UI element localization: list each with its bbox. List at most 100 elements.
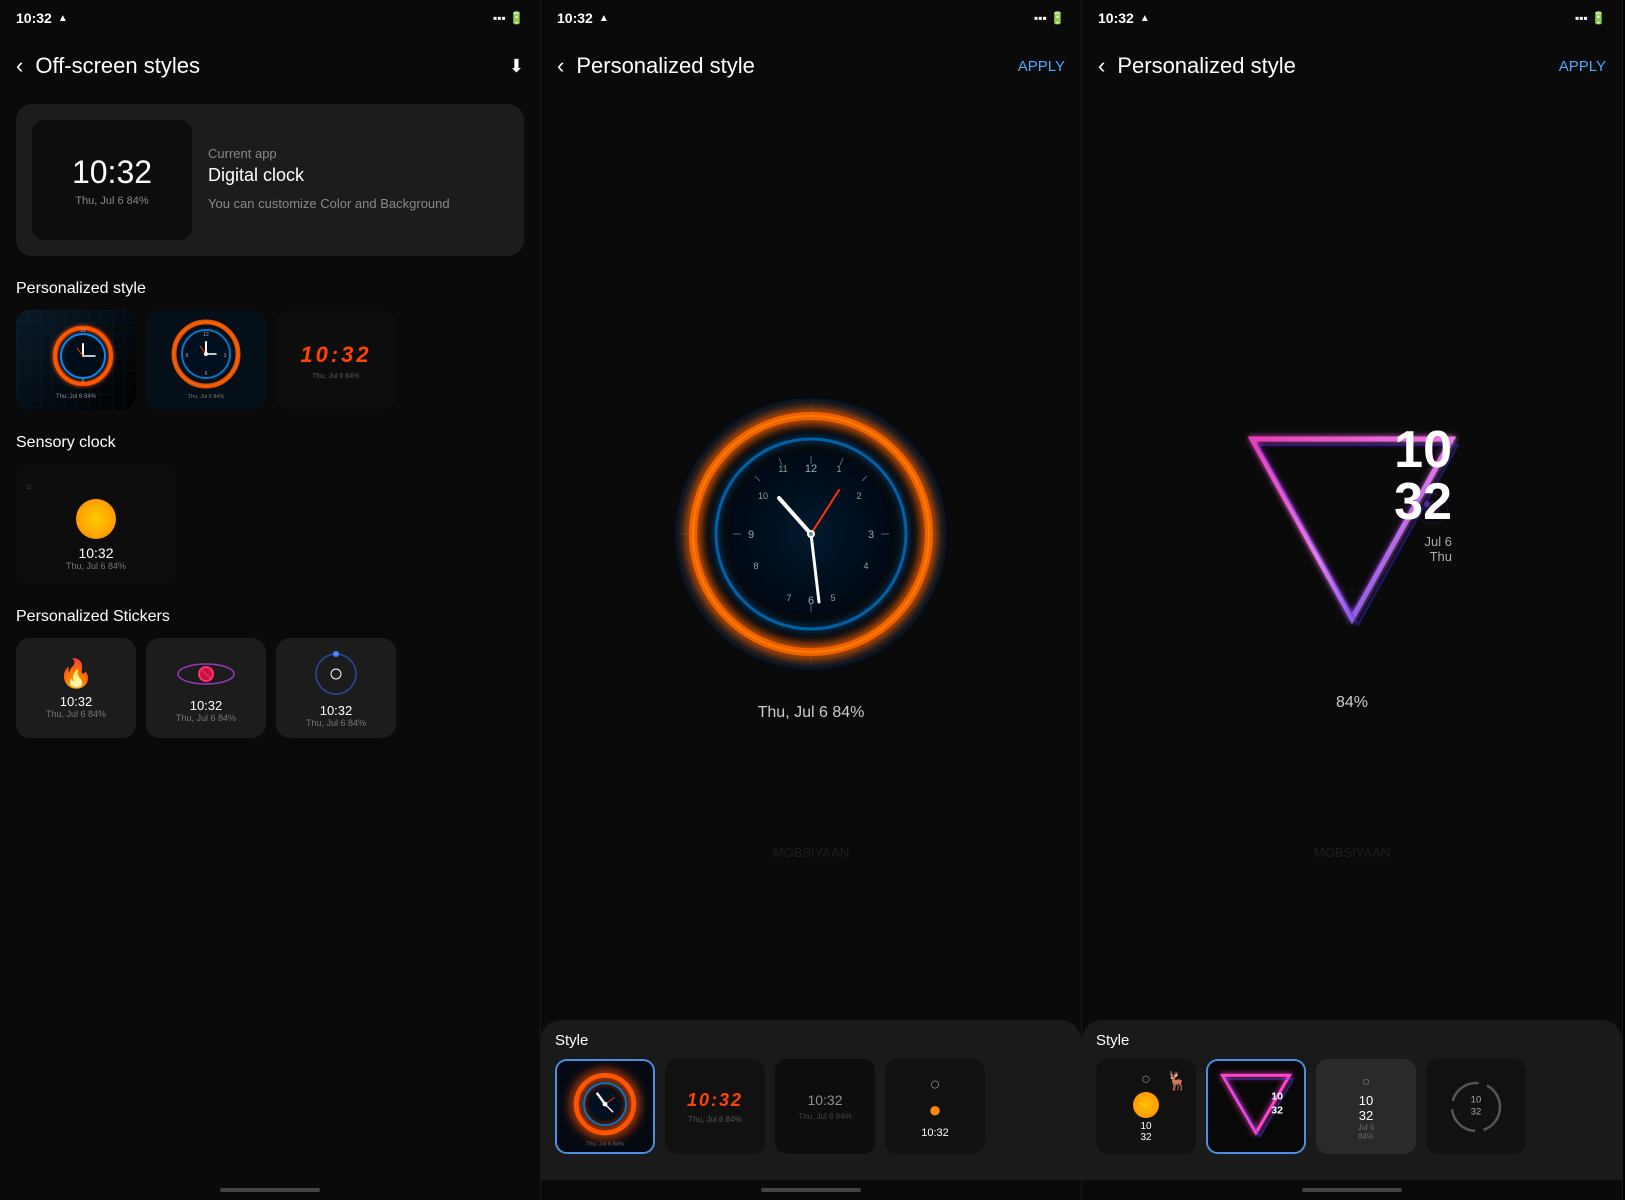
section-sensory: Sensory clock [16,434,524,452]
svg-text:10: 10 [1471,1093,1481,1104]
svg-text:6: 6 [808,595,814,607]
section-stickers: Personalized Stickers [16,608,524,626]
svg-text:Thu, Jul 6 84%: Thu, Jul 6 84% [586,1141,624,1147]
animal-icon: 🦌 [1166,1071,1188,1092]
shelf-item-2-2[interactable]: 10:32 Thu, Jul 6 84% [665,1059,765,1154]
apply-button-2[interactable]: APPLY [1018,58,1065,75]
current-app-label: Current app [208,146,450,161]
bottom-bar-2 [541,1180,1081,1200]
personalized-style-grid: 12 6 Thu, Jul 6 84% [16,310,524,410]
shelf-items-3: ○ 🦌 10 32 10 32 ○ [1096,1059,1608,1154]
battery-icon-1: ▪▪▪ 🔋 [493,11,524,25]
dot-ring-svg [306,649,366,699]
preview-time: 10:32 [72,154,152,191]
style-thumb-1[interactable]: 12 6 Thu, Jul 6 84% [16,310,136,410]
alert-icon-3: ▲ [1140,13,1150,24]
page-title-2: Personalized style [576,53,1005,79]
triangle-hour: 10 [1394,424,1452,476]
bottom-bar-1 [0,1180,540,1200]
style-thumb-2[interactable]: 12 6 3 9 Thu, Jul 6 84% [146,310,266,410]
sticker-thumb-1[interactable]: 🔥 10:32 Thu, Jul 6 84% [16,638,136,738]
svg-text:32: 32 [1271,1105,1283,1117]
svg-text:Thu, Jul 6 84%: Thu, Jul 6 84% [56,394,97,400]
planet-svg [176,654,236,694]
neon-clock: 12 3 6 9 2 10 1 11 4 8 5 7 [671,394,951,674]
watermark-2: MOBSIYAAN [773,845,849,860]
panel-offscreen-styles: 10:32 ▲ ▪▪▪ 🔋 ‹ Off-screen styles ⬇ 10:3… [0,0,541,1200]
svg-text:6: 6 [205,371,208,377]
status-bar-3: 10:32 ▲ ▪▪▪ 🔋 [1082,0,1622,36]
sticker-thumb-3[interactable]: 10:32 Thu, Jul 6 84% [276,638,396,738]
shelf-items-2: Thu, Jul 6 84% 10:32 Thu, Jul 6 84% 10:3… [555,1059,1067,1154]
back-button-1[interactable]: ‹ [16,53,23,79]
svg-text:9: 9 [186,353,189,359]
status-bar-1: 10:32 ▲ ▪▪▪ 🔋 [0,0,540,36]
svg-text:Thu, Jul 6 84%: Thu, Jul 6 84% [188,394,225,400]
preview-info-3: 84% [1336,694,1368,712]
svg-text:10:32: 10:32 [300,342,371,367]
svg-text:11: 11 [778,464,787,474]
page-title-1: Off-screen styles [35,53,497,79]
shelf-item-3-2[interactable]: 10 32 [1206,1059,1306,1154]
shelf-label-3: Style [1096,1032,1608,1049]
current-app-card[interactable]: 10:32 Thu, Jul 6 84% Current app Digital… [16,104,524,256]
svg-text:5: 5 [830,593,835,603]
thumb3-svg: 10:32 Thu, Jul 6 84% [276,310,396,410]
svg-text:12: 12 [805,463,817,475]
shelf-item-2-1[interactable]: Thu, Jul 6 84% [555,1059,655,1154]
triangle-clock: 10 32 Jul 6 Thu [1212,404,1492,664]
svg-text:7: 7 [786,593,791,603]
flame-icon: 🔥 [59,657,94,690]
sun-ball [76,499,116,539]
style-shelf-3: Style ○ 🦌 10 32 10 32 [1082,1020,1622,1180]
header-3: ‹ Personalized style APPLY [1082,36,1622,96]
alert-icon-2: ▲ [599,13,609,24]
header-2: ‹ Personalized style APPLY [541,36,1081,96]
shelf-item-2-4[interactable]: ○ ● 10:32 [885,1059,985,1154]
alert-icon-1: ▲ [58,13,68,24]
current-app-desc: You can customize Color and Background [208,194,450,214]
shelf-item-3-3[interactable]: ○ 10 32 Jul 6 84% [1316,1059,1416,1154]
back-button-2[interactable]: ‹ [557,53,564,79]
svg-text:10: 10 [1271,1090,1283,1102]
svg-text:32: 32 [1471,1105,1481,1116]
shelf-item-3-1[interactable]: ○ 🦌 10 32 [1096,1059,1196,1154]
svg-text:2: 2 [856,491,861,501]
shelf-sun-icon [1133,1092,1159,1118]
preview-date: Thu, Jul 6 84% [75,195,148,207]
bottom-bar-3 [1082,1180,1622,1200]
svg-text:3: 3 [224,353,227,359]
svg-text:4: 4 [863,561,868,571]
page-title-3: Personalized style [1117,53,1546,79]
panel-personalized-2: 10:32 ▲ ▪▪▪ 🔋 ‹ Personalized style APPLY [1082,0,1623,1200]
bottom-pill-3 [1302,1188,1402,1192]
shelf-item-2-3[interactable]: 10:32 Thu, Jul 6 84% [775,1059,875,1154]
triangle-time-overlay: 10 32 Jul 6 Thu [1394,424,1452,564]
preview-main-2: 12 3 6 9 2 10 1 11 4 8 5 7 [541,96,1081,1020]
preview-main-3: 10 32 Jul 6 Thu 84% MOBSIYAAN [1082,96,1622,1020]
clock-preview: 10:32 Thu, Jul 6 84% [32,120,192,240]
sensory-thumb[interactable]: ○ 10:32 Thu, Jul 6 84% [16,464,176,584]
header-1: ‹ Off-screen styles ⬇ [0,36,540,96]
status-icons-1: ▪▪▪ 🔋 [493,11,524,25]
status-bar-2: 10:32 ▲ ▪▪▪ 🔋 [541,0,1081,36]
triangle-day: Thu [1394,549,1452,564]
shelf-item-3-4[interactable]: 10 32 [1426,1059,1526,1154]
bottom-pill-2 [761,1188,861,1192]
back-button-3[interactable]: ‹ [1098,53,1105,79]
sensory-grid: ○ 10:32 Thu, Jul 6 84% [16,464,524,584]
svg-text:12: 12 [203,332,209,338]
panel1-scroll: 10:32 Thu, Jul 6 84% Current app Digital… [0,96,540,1180]
battery-icon-2: ▪▪▪ 🔋 [1034,11,1065,25]
bottom-pill-1 [220,1188,320,1192]
download-icon-1[interactable]: ⬇ [509,56,524,77]
svg-text:1: 1 [836,464,841,474]
current-app-name: Digital clock [208,165,450,186]
svg-text:3: 3 [868,529,874,541]
current-app-info: Current app Digital clock You can custom… [208,146,450,214]
apply-button-3[interactable]: APPLY [1559,58,1606,75]
watermark-3: MOBSIYAAN [1314,845,1390,860]
thumb2-svg: 12 6 3 9 Thu, Jul 6 84% [146,310,266,410]
sticker-thumb-2[interactable]: 10:32 Thu, Jul 6 84% [146,638,266,738]
style-thumb-3[interactable]: 10:32 Thu, Jul 6 84% [276,310,396,410]
